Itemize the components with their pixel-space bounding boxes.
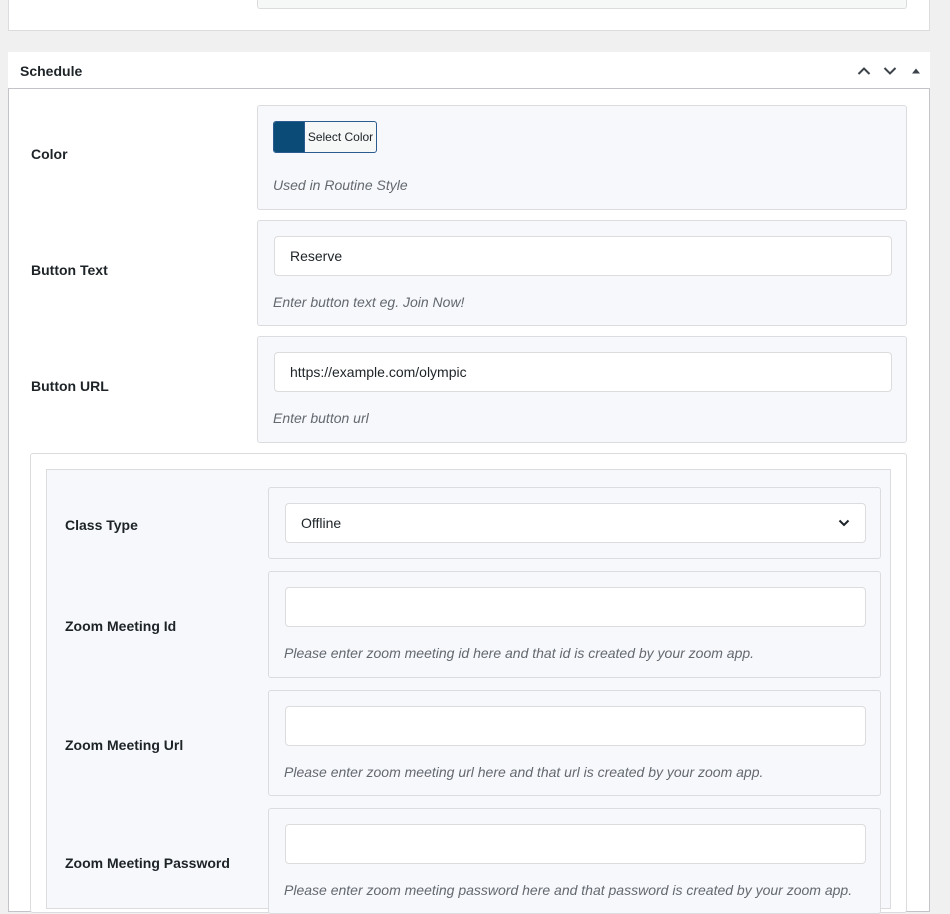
button-text-value: Reserve bbox=[290, 248, 343, 264]
zoom-meeting-url-label: Zoom Meeting Url bbox=[65, 737, 184, 753]
select-color-button[interactable]: Select Color bbox=[273, 121, 377, 153]
zoom-meeting-id-input[interactable] bbox=[285, 587, 866, 627]
button-url-value: https://example.com/olympic bbox=[290, 364, 467, 380]
color-description: Used in Routine Style bbox=[273, 177, 408, 193]
class-type-selected: Offline bbox=[301, 515, 342, 531]
chevron-down-icon bbox=[883, 67, 897, 75]
toggle-panel-button[interactable] bbox=[904, 60, 928, 82]
zoom-meeting-password-description: Please enter zoom meeting password here … bbox=[284, 882, 853, 898]
class-type-label: Class Type bbox=[65, 517, 138, 533]
button-url-input[interactable]: https://example.com/olympic bbox=[274, 352, 892, 392]
zoom-meeting-password-input[interactable] bbox=[285, 824, 866, 864]
chevron-down-icon bbox=[838, 519, 850, 527]
class-type-select[interactable]: Offline bbox=[285, 503, 866, 543]
move-down-button[interactable] bbox=[878, 60, 902, 82]
button-text-label: Button Text bbox=[31, 262, 108, 278]
button-url-label: Button URL bbox=[31, 378, 109, 394]
button-text-description: Enter button text eg. Join Now! bbox=[273, 294, 465, 310]
zoom-meeting-url-description: Please enter zoom meeting url here and t… bbox=[284, 764, 764, 780]
zoom-meeting-password-label: Zoom Meeting Password bbox=[65, 855, 230, 871]
move-up-button[interactable] bbox=[852, 60, 876, 82]
previous-field-panel bbox=[257, 0, 907, 9]
button-url-description: Enter button url bbox=[273, 410, 369, 426]
select-color-label: Select Color bbox=[304, 122, 376, 152]
color-swatch bbox=[274, 122, 304, 152]
zoom-meeting-url-input[interactable] bbox=[285, 706, 866, 746]
metabox-title: Schedule bbox=[20, 63, 83, 79]
zoom-meeting-id-label: Zoom Meeting Id bbox=[65, 618, 177, 634]
color-label: Color bbox=[31, 146, 68, 162]
chevron-up-icon bbox=[857, 67, 871, 75]
metabox-header[interactable] bbox=[8, 52, 930, 89]
button-text-input[interactable]: Reserve bbox=[274, 236, 892, 276]
triangle-up-icon bbox=[912, 68, 920, 74]
zoom-meeting-id-description: Please enter zoom meeting id here and th… bbox=[284, 645, 755, 661]
